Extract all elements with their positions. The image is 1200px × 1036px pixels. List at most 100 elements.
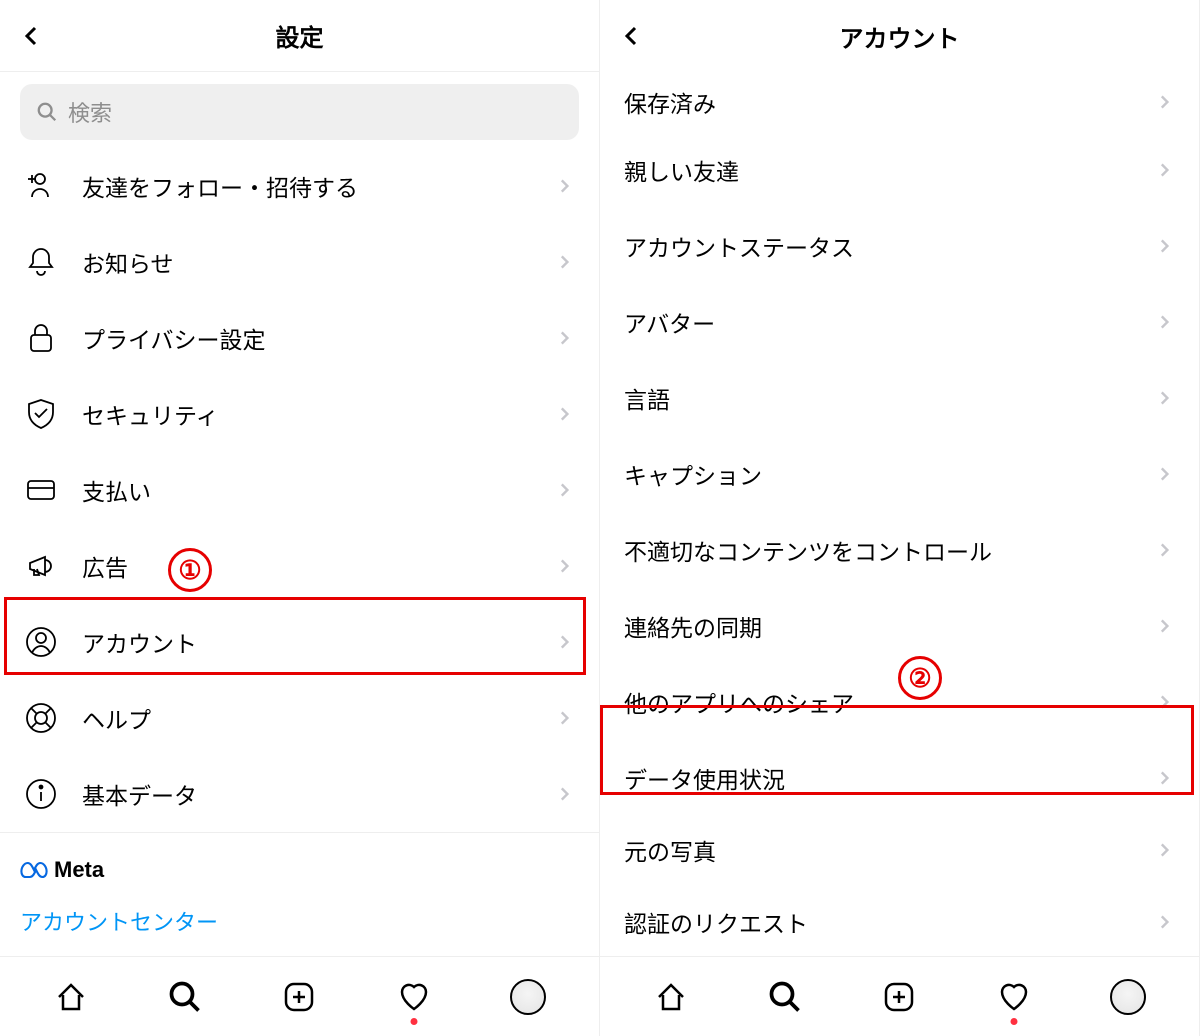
buoy-icon [24, 701, 58, 735]
account-header: アカウント [600, 0, 1199, 72]
tab-activity[interactable] [992, 975, 1036, 1019]
settings-item-privacy[interactable]: プライバシー設定 [0, 300, 599, 376]
row-label: 広告 [82, 549, 531, 583]
account-item-language[interactable]: 言語 [600, 360, 1199, 436]
settings-body: 検索 友達をフォロー・招待する お知らせ プライバシー設定 セキュリティ 支払い [0, 72, 599, 956]
meta-logo: Meta [20, 857, 579, 883]
chevron-right-icon [1155, 912, 1175, 932]
row-label: プライバシー設定 [82, 321, 531, 355]
chevron-right-icon [1155, 840, 1175, 860]
settings-item-account[interactable]: アカウント [0, 604, 599, 680]
chevron-right-icon [1155, 312, 1175, 332]
notification-dot [410, 1018, 417, 1025]
row-label: 他のアプリへのシェア [624, 685, 1131, 719]
chevron-right-icon [1155, 768, 1175, 788]
row-label: お知らせ [82, 245, 531, 279]
chevron-right-icon [555, 176, 575, 196]
row-label: データ使用状況 [624, 761, 1131, 795]
shield-icon [24, 397, 58, 431]
chevron-right-icon [1155, 92, 1175, 112]
bell-icon [24, 245, 58, 279]
lock-icon [24, 321, 58, 355]
row-label: 不適切なコンテンツをコントロール [624, 533, 1131, 567]
row-label: アカウントステータス [624, 229, 1131, 263]
tab-home[interactable] [649, 975, 693, 1019]
account-center-link[interactable]: アカウントセンター [20, 901, 579, 941]
row-label: 保存済み [624, 85, 1131, 119]
account-item-captions[interactable]: キャプション [600, 436, 1199, 512]
card-icon [24, 473, 58, 507]
tab-create[interactable] [277, 975, 321, 1019]
tab-home[interactable] [49, 975, 93, 1019]
settings-item-help[interactable]: ヘルプ [0, 680, 599, 756]
megaphone-icon [24, 549, 58, 583]
tab-search[interactable] [163, 975, 207, 1019]
account-item-close-friends[interactable]: 親しい友達 [600, 132, 1199, 208]
back-button[interactable] [16, 20, 48, 52]
tab-search[interactable] [763, 975, 807, 1019]
search-input[interactable]: 検索 [20, 84, 579, 140]
chevron-right-icon [555, 252, 575, 272]
tab-bar [0, 956, 599, 1036]
meta-logo-icon [20, 860, 48, 880]
search-placeholder: 検索 [68, 96, 112, 128]
chevron-right-icon [555, 328, 575, 348]
account-item-saved[interactable]: 保存済み [600, 72, 1199, 132]
chevron-right-icon [555, 480, 575, 500]
tab-activity[interactable] [392, 975, 436, 1019]
account-title: アカウント [840, 19, 960, 54]
row-label: 友達をフォロー・招待する [82, 169, 531, 203]
chevron-right-icon [1155, 388, 1175, 408]
row-label: キャプション [624, 457, 1131, 491]
row-label: 親しい友達 [624, 153, 1131, 187]
account-item-status[interactable]: アカウントステータス [600, 208, 1199, 284]
row-label: セキュリティ [82, 397, 531, 431]
chevron-right-icon [555, 556, 575, 576]
account-item-sensitive-content[interactable]: 不適切なコンテンツをコントロール [600, 512, 1199, 588]
chevron-right-icon [1155, 692, 1175, 712]
account-body: 保存済み 親しい友達 アカウントステータス アバター 言語 キャプション 不適切… [600, 72, 1199, 956]
account-item-verification[interactable]: 認証のリクエスト [600, 884, 1199, 956]
info-icon [24, 777, 58, 811]
tab-create[interactable] [877, 975, 921, 1019]
avatar-icon [510, 979, 546, 1015]
settings-item-ads[interactable]: 広告 [0, 528, 599, 604]
account-item-original-photos[interactable]: 元の写真 [600, 816, 1199, 884]
account-screen: アカウント 保存済み 親しい友達 アカウントステータス アバター 言語 キャプシ… [600, 0, 1200, 1036]
settings-header: 設定 [0, 0, 599, 72]
settings-item-payments[interactable]: 支払い [0, 452, 599, 528]
notification-dot [1010, 1018, 1017, 1025]
account-item-data-usage[interactable]: データ使用状況 [600, 740, 1199, 816]
row-label: 言語 [624, 381, 1131, 415]
meta-footer: Meta アカウントセンター [0, 832, 599, 953]
row-label: 支払い [82, 473, 531, 507]
row-label: アカウント [82, 625, 531, 659]
settings-item-security[interactable]: セキュリティ [0, 376, 599, 452]
account-item-share-other-apps[interactable]: 他のアプリへのシェア [600, 664, 1199, 740]
row-label: 基本データ [82, 777, 531, 811]
meta-label: Meta [54, 857, 104, 883]
row-label: 認証のリクエスト [624, 905, 1131, 939]
chevron-right-icon [555, 404, 575, 424]
user-circle-icon [24, 625, 58, 659]
chevron-right-icon [1155, 540, 1175, 560]
tab-profile[interactable] [1106, 975, 1150, 1019]
account-item-contacts-sync[interactable]: 連絡先の同期 [600, 588, 1199, 664]
settings-title: 設定 [276, 18, 324, 53]
user-plus-icon [24, 169, 58, 203]
chevron-right-icon [555, 784, 575, 804]
avatar-icon [1110, 979, 1146, 1015]
chevron-right-icon [555, 708, 575, 728]
chevron-right-icon [1155, 160, 1175, 180]
back-button[interactable] [616, 20, 648, 52]
row-label: アバター [624, 305, 1131, 339]
chevron-right-icon [555, 632, 575, 652]
settings-item-about[interactable]: 基本データ [0, 756, 599, 832]
search-icon [36, 101, 58, 123]
settings-item-follow-invite[interactable]: 友達をフォロー・招待する [0, 148, 599, 224]
tab-profile[interactable] [506, 975, 550, 1019]
chevron-right-icon [1155, 464, 1175, 484]
settings-screen: 設定 検索 友達をフォロー・招待する お知らせ プライバシー設定 セキュリティ [0, 0, 600, 1036]
settings-item-notifications[interactable]: お知らせ [0, 224, 599, 300]
account-item-avatar[interactable]: アバター [600, 284, 1199, 360]
